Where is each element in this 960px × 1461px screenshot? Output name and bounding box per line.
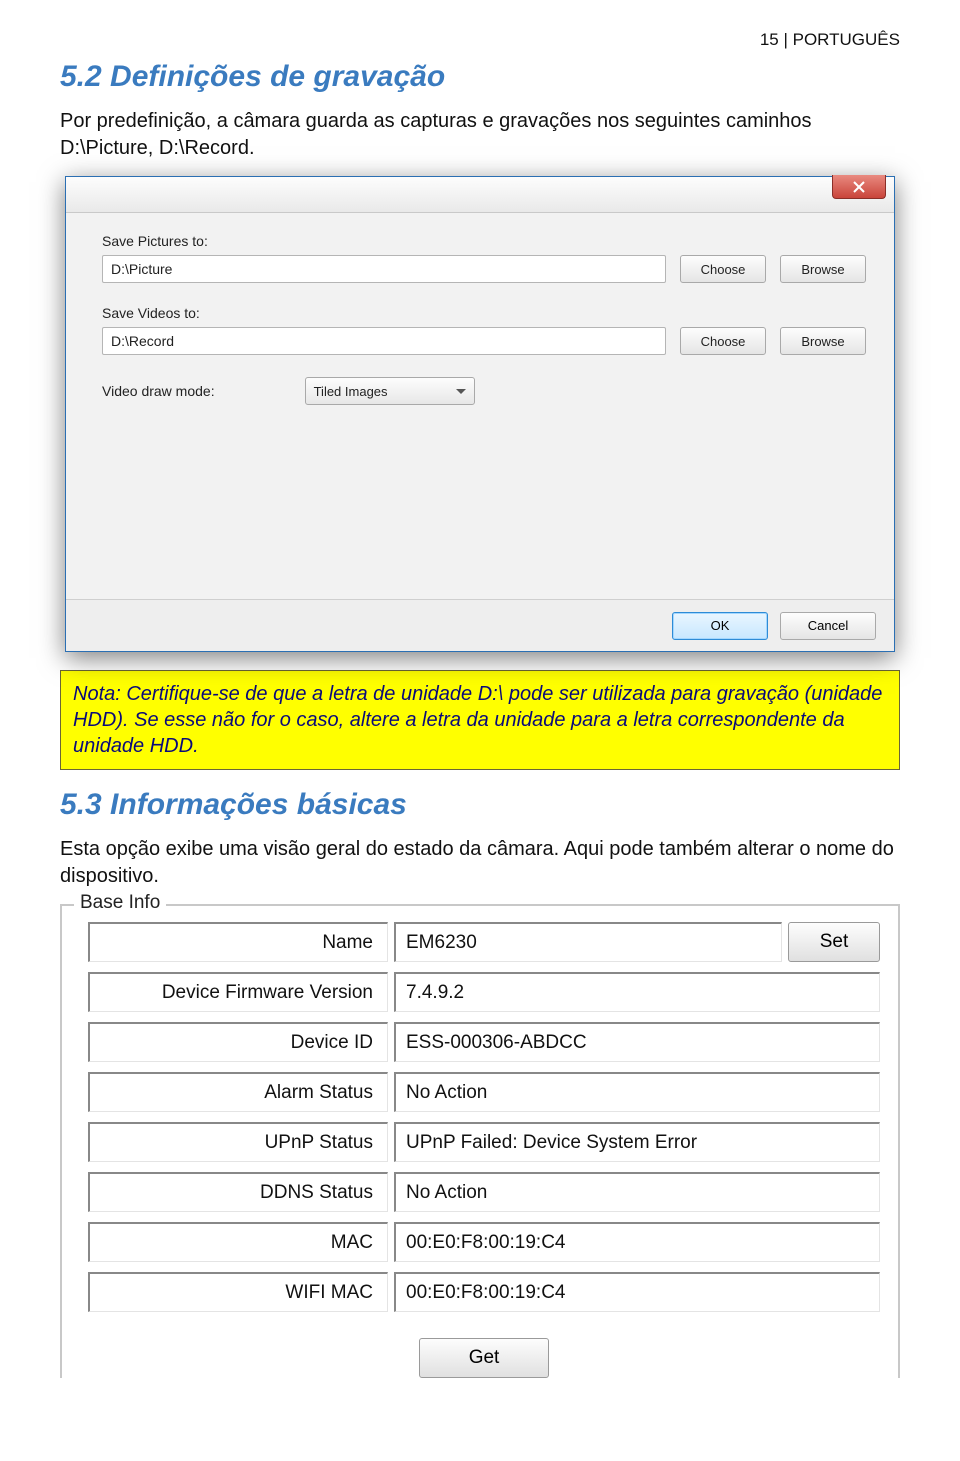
save-pictures-label: Save Pictures to:: [102, 233, 866, 249]
get-button[interactable]: Get: [419, 1338, 549, 1378]
section-5-3-intro: Esta opção exibe uma visão geral do esta…: [60, 836, 900, 890]
bi-value-firmware: 7.4.9.2: [394, 972, 880, 1012]
chevron-down-icon: [456, 389, 466, 394]
bi-value-ddns: No Action: [394, 1172, 880, 1212]
choose-videos-button[interactable]: Choose: [680, 327, 766, 355]
bi-label-alarm: Alarm Status: [88, 1072, 388, 1112]
save-paths-dialog: Save Pictures to: D:\Picture Choose Brow…: [65, 176, 895, 652]
base-info-legend: Base Info: [74, 892, 166, 914]
browse-videos-button[interactable]: Browse: [780, 327, 866, 355]
bi-value-wifimac: 00:E0:F8:00:19:C4: [394, 1272, 880, 1312]
base-info-row-wifimac: WIFI MAC 00:E0:F8:00:19:C4: [88, 1272, 880, 1312]
bi-value-deviceid: ESS-000306-ABDCC: [394, 1022, 880, 1062]
close-icon: [853, 181, 865, 193]
base-info-row-ddns: DDNS Status No Action: [88, 1172, 880, 1212]
bi-label-upnp: UPnP Status: [88, 1122, 388, 1162]
video-draw-mode-dropdown[interactable]: Tiled Images: [305, 377, 475, 405]
base-info-row-firmware: Device Firmware Version 7.4.9.2: [88, 972, 880, 1012]
section-5-2-heading: 5.2 Definições de gravação: [60, 60, 900, 94]
base-info-row-mac: MAC 00:E0:F8:00:19:C4: [88, 1222, 880, 1262]
bi-label-firmware: Device Firmware Version: [88, 972, 388, 1012]
set-button[interactable]: Set: [788, 922, 880, 962]
page-header: 15 | PORTUGUÊS: [60, 30, 900, 50]
bi-label-wifimac: WIFI MAC: [88, 1272, 388, 1312]
bi-value-mac: 00:E0:F8:00:19:C4: [394, 1222, 880, 1262]
base-info-row-upnp: UPnP Status UPnP Failed: Device System E…: [88, 1122, 880, 1162]
choose-pictures-button[interactable]: Choose: [680, 255, 766, 283]
close-button[interactable]: [832, 175, 886, 199]
bi-label-deviceid: Device ID: [88, 1022, 388, 1062]
base-info-row-alarm: Alarm Status No Action: [88, 1072, 880, 1112]
save-videos-input[interactable]: D:\Record: [102, 327, 666, 355]
base-info-row-deviceid: Device ID ESS-000306-ABDCC: [88, 1022, 880, 1062]
save-videos-label: Save Videos to:: [102, 305, 866, 321]
save-pictures-input[interactable]: D:\Picture: [102, 255, 666, 283]
base-info-panel: Base Info Name Set Device Firmware Versi…: [60, 904, 900, 1378]
bi-value-alarm: No Action: [394, 1072, 880, 1112]
section-5-2-intro: Por predefinição, a câmara guarda as cap…: [60, 108, 900, 162]
video-draw-mode-value: Tiled Images: [314, 384, 388, 399]
cancel-button[interactable]: Cancel: [780, 612, 876, 640]
browse-pictures-button[interactable]: Browse: [780, 255, 866, 283]
section-5-3-heading: 5.3 Informações básicas: [60, 788, 900, 822]
dialog-titlebar: [66, 177, 894, 213]
bi-label-mac: MAC: [88, 1222, 388, 1262]
bi-value-upnp: UPnP Failed: Device System Error: [394, 1122, 880, 1162]
bi-input-name[interactable]: [394, 922, 782, 962]
note-box: Nota: Certifique-se de que a letra de un…: [60, 670, 900, 770]
bi-label-ddns: DDNS Status: [88, 1172, 388, 1212]
bi-label-name: Name: [88, 922, 388, 962]
video-draw-mode-label: Video draw mode:: [102, 383, 215, 399]
ok-button[interactable]: OK: [672, 612, 768, 640]
base-info-row-name: Name Set: [88, 922, 880, 962]
